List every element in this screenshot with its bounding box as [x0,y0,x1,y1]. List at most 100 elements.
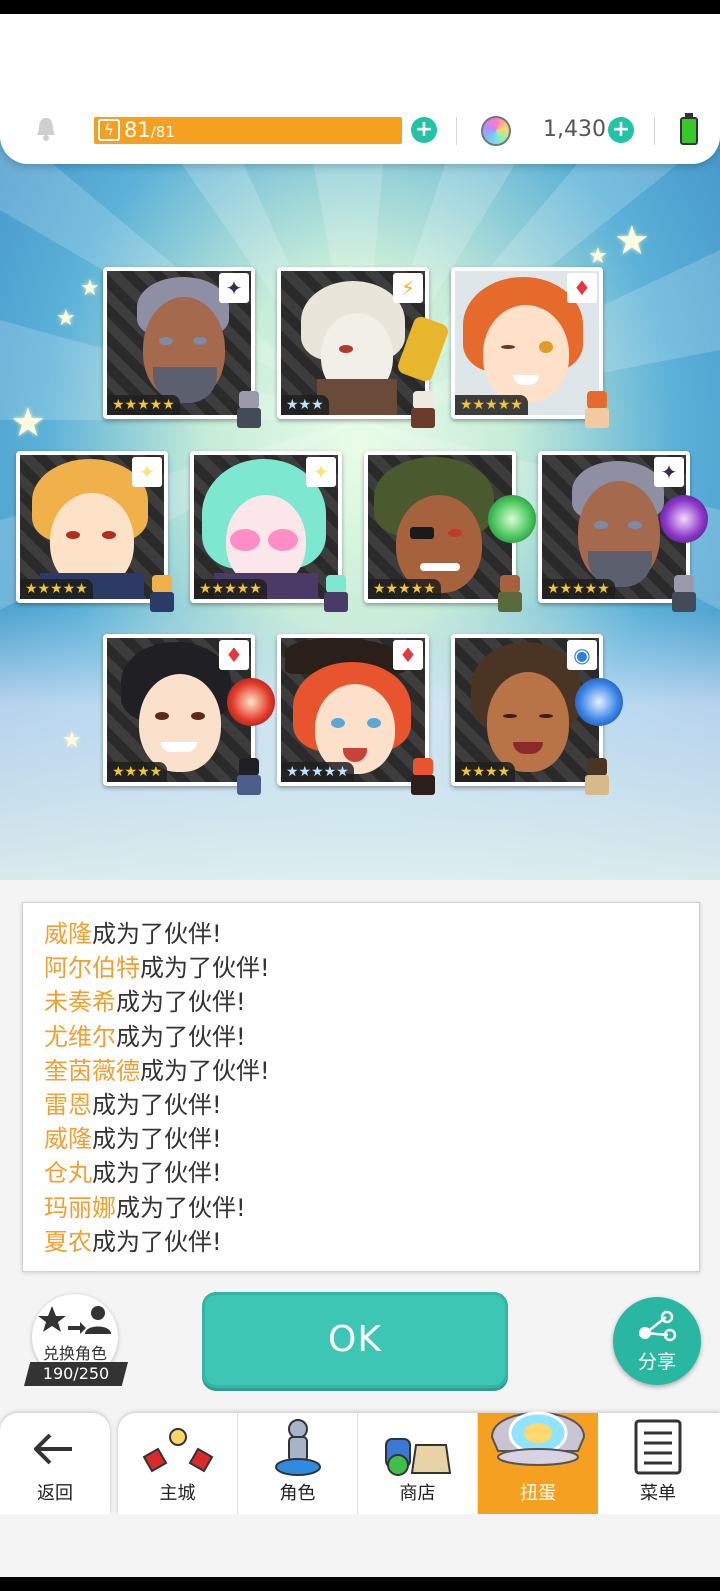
swap-character-button[interactable]: 兑换角色 190/250 [24,1294,128,1386]
log-line: 未奏希成为了伙伴! [44,985,684,1019]
star-rating: ★★★★★ [368,579,441,599]
character-card[interactable]: ♦ ★★★★★ [277,634,435,795]
bell-icon[interactable] [34,116,58,142]
character-sprite [407,391,439,431]
character-card[interactable]: ✦ ★★★★★ [103,267,261,428]
tab-shop[interactable]: 商店 [358,1413,478,1514]
log-suffix: 成为了伙伴! [92,1125,222,1154]
menu-list-icon [634,1419,682,1475]
fire-element-icon: ♦ [393,640,423,670]
fire-element-orb-icon [227,678,275,726]
log-line: 阿尔伯特成为了伙伴! [44,951,684,985]
character-card[interactable]: ✦ ★★★★★ [16,451,174,612]
recruit-log-panel[interactable]: 威隆成为了伙伴! 阿尔伯特成为了伙伴! 未奏希成为了伙伴! 尤维尔成为了伙伴! … [22,902,700,1272]
sparkle-star-icon: ★ [588,244,608,269]
battery-icon [680,113,698,145]
character-sprite [581,758,613,798]
character-name: 夏农 [44,1227,92,1253]
log-suffix: 成为了伙伴! [116,1193,246,1222]
add-gem-button[interactable]: + [608,117,634,143]
star-rating: ★★★★★ [20,579,93,599]
log-suffix: 成为了伙伴! [92,1090,222,1119]
star-rating: ★★★★ [455,762,516,782]
fire-element-icon: ♦ [567,273,597,303]
log-suffix: 成为了伙伴! [92,920,222,948]
gem-icon [481,116,511,146]
fire-element-icon: ♦ [219,640,249,670]
lightning-element-icon: ⚡ [393,273,423,303]
character-sprite [668,575,700,615]
log-line: 夏农成为了伙伴! [44,1225,684,1253]
star-rating: ★★★★★ [107,395,180,415]
back-button[interactable]: 返回 [0,1413,110,1514]
recruit-log-list[interactable]: 威隆成为了伙伴! 阿尔伯特成为了伙伴! 未奏希成为了伙伴! 尤维尔成为了伙伴! … [44,917,684,1253]
tab-characters[interactable]: 角色 [238,1413,358,1514]
character-card[interactable]: ◉ ★★★★ [451,634,623,795]
tab-label: 主城 [159,1483,196,1504]
gacha-result-screen: ★ ★ ★ ★ ★ ★ ϟ 81/81 + 1,430 + ✦ ★★★★★ ⚡ … [0,0,720,1591]
system-nav-area [0,1514,720,1577]
earth-element-orb-icon [488,495,536,543]
sparkle-star-icon: ★ [80,276,100,301]
star-rating: ★★★★★ [194,579,267,599]
character-name: 奎茵薇德 [44,1056,140,1085]
ok-button[interactable]: OK [202,1292,508,1388]
divider [456,117,457,145]
star-rating: ★★★ [281,395,329,415]
character-sprite [233,758,265,798]
character-name: 尤维尔 [44,1022,116,1051]
back-label: 返回 [37,1483,73,1504]
character-card[interactable]: ★★★★★ [364,451,536,612]
add-energy-button[interactable]: + [411,117,437,143]
swap-label: 兑换角色 [42,1344,107,1363]
character-name: 雷恩 [44,1090,92,1119]
character-card[interactable]: ♦ ★★★★ [103,634,275,795]
star-rating: ★★★★★ [281,762,354,782]
log-line: 威隆成为了伙伴! [44,917,684,951]
share-button[interactable]: 分享 [613,1297,701,1385]
tab-menu[interactable]: 菜单 [598,1413,718,1514]
energy-current: 81 [124,118,151,142]
log-suffix: 成为了伙伴! [140,1056,270,1085]
log-suffix: 成为了伙伴! [92,1227,222,1253]
log-line: 玛丽娜成为了伙伴! [44,1191,684,1225]
character-name: 仓丸 [44,1159,92,1188]
character-card[interactable]: ✦ ★★★★★ [538,451,708,612]
log-suffix: 成为了伙伴! [140,954,270,983]
tab-main-city[interactable]: 主城 [118,1413,238,1514]
tab-gacha[interactable]: 扭蛋 [478,1411,598,1514]
bottom-nav: 返回 主城 角色 商店 扭蛋 菜单 [0,1410,720,1514]
log-line: 仓丸成为了伙伴! [44,1156,684,1190]
character-sprite [320,575,352,615]
log-suffix: 成为了伙伴! [92,1159,222,1188]
character-name: 阿尔伯特 [44,954,140,983]
tab-label: 菜单 [640,1483,676,1504]
log-line: 奎茵薇德成为了伙伴! [44,1054,684,1088]
shop-bag-icon [385,1438,452,1476]
character-sprite [494,575,526,615]
hero-statue-icon [275,1419,321,1476]
star-rating: ★★★★★ [455,395,528,415]
dark-element-icon: ✦ [219,273,249,303]
character-name: 玛丽娜 [44,1193,116,1222]
energy-max: /81 [150,123,175,141]
character-card[interactable]: ⚡ ★★★ [277,267,451,428]
swap-character-icon [38,1306,111,1334]
character-name: 威隆 [44,1125,92,1154]
dark-element-orb-icon [660,495,708,543]
light-element-icon: ✦ [306,457,336,487]
tab-label: 扭蛋 [520,1483,556,1504]
character-card[interactable]: ♦ ★★★★★ [451,267,609,428]
gacha-icon [490,1411,586,1466]
character-card[interactable]: ✦ ★★★★★ [190,451,348,612]
character-sprite [407,758,439,798]
character-name: 威隆 [44,920,92,948]
castle-icon [142,1428,214,1473]
water-element-orb-icon [575,678,623,726]
share-icon [639,1310,677,1342]
light-element-icon: ✦ [132,457,162,487]
divider [654,117,655,145]
log-suffix: 成为了伙伴! [116,988,246,1017]
log-suffix: 成为了伙伴! [116,1022,246,1051]
character-sprite [233,391,265,431]
